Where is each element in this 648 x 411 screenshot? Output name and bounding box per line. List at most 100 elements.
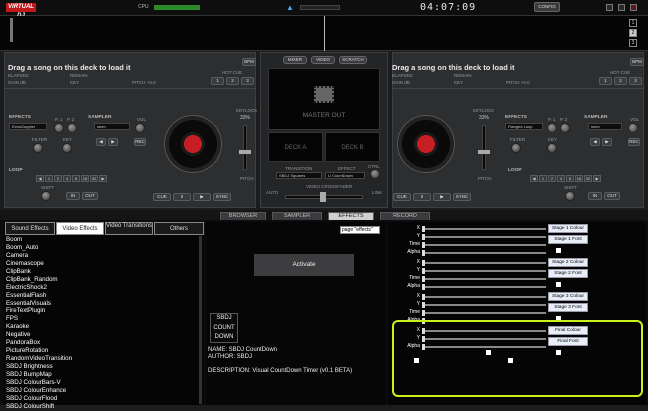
- deck-left-p2-knob[interactable]: [67, 123, 77, 133]
- list-item[interactable]: FPS: [5, 315, 201, 323]
- tab-video[interactable]: VIDEO: [311, 56, 335, 64]
- deck-left-loop-1[interactable]: 1: [45, 175, 53, 182]
- deck-left-key-knob[interactable]: [62, 143, 72, 153]
- deck-left-loop-2[interactable]: 2: [54, 175, 62, 182]
- deck-right-loop-out[interactable]: OUT: [604, 192, 620, 200]
- tab-sound-effects[interactable]: Sound Effects: [5, 222, 55, 235]
- deck-left-sampler-prev[interactable]: ◀: [96, 138, 106, 146]
- transition-select[interactable]: SBDJ Squares: [276, 172, 322, 179]
- list-item[interactable]: FireTextPlugin: [5, 307, 201, 315]
- deck-left-pitch-handle[interactable]: [239, 150, 251, 154]
- deck-right-cue-button[interactable]: CUE: [393, 193, 411, 201]
- deck-right-sampler-select[interactable]: siren: [588, 123, 622, 130]
- deck-left-loop-out[interactable]: OUT: [82, 192, 98, 200]
- deck-left-play-button[interactable]: ▶: [193, 193, 211, 201]
- deck-left-hotcue-1[interactable]: 1: [211, 77, 224, 85]
- deck-left-loop-prev[interactable]: ◀: [36, 175, 44, 182]
- deck-right-play-button[interactable]: ▶: [433, 193, 451, 201]
- deck-right-loop-prev[interactable]: ◀: [530, 175, 538, 182]
- deck-right-shift-knob[interactable]: [565, 191, 575, 201]
- deck-left-bpm-button[interactable]: BPM: [242, 58, 256, 66]
- param-slider[interactable]: [422, 286, 546, 288]
- param-slider[interactable]: [422, 236, 546, 238]
- deck-right-loop-8[interactable]: 8: [566, 175, 574, 182]
- tab-others[interactable]: Others: [154, 222, 204, 235]
- param-slider-handle[interactable]: [422, 268, 425, 274]
- list-item[interactable]: SBDJ BumpMap: [5, 371, 201, 379]
- param-slider-handle[interactable]: [422, 294, 425, 300]
- deck-left-loop-32[interactable]: 32: [90, 175, 98, 182]
- param-slider[interactable]: [422, 244, 546, 246]
- param-slider[interactable]: [422, 296, 546, 298]
- list-item[interactable]: Boom: [5, 236, 201, 244]
- list-item[interactable]: PictureRotation: [5, 347, 201, 355]
- deck-left-sampler-select[interactable]: siren: [94, 123, 130, 130]
- param-button[interactable]: Stage 2 Font: [548, 269, 588, 278]
- deck-left-hotcue-2[interactable]: 2: [226, 77, 239, 85]
- deck-right-loop-in[interactable]: IN: [588, 192, 602, 200]
- param-slider[interactable]: [422, 270, 546, 272]
- list-item[interactable]: SBDJ ColourEnhance: [5, 387, 201, 395]
- param-slider[interactable]: [422, 278, 546, 280]
- tab-video-effects[interactable]: Video Effects: [56, 222, 104, 235]
- param-slider[interactable]: [422, 252, 546, 254]
- search-input[interactable]: page "effects": [340, 226, 380, 234]
- deck-right-key-knob[interactable]: [547, 143, 557, 153]
- deck-right-rec-button[interactable]: REC: [628, 138, 640, 146]
- deck-right-filter-knob[interactable]: [511, 143, 521, 153]
- list-item[interactable]: Boom_Auto: [5, 244, 201, 252]
- maximize-icon[interactable]: [618, 4, 625, 11]
- param-slider[interactable]: [422, 262, 546, 264]
- param-checkbox[interactable]: [556, 248, 561, 253]
- list-item[interactable]: Camera: [5, 252, 201, 260]
- list-item[interactable]: SBDJ ColourShift: [5, 403, 201, 411]
- deck-left-loop-8[interactable]: 8: [72, 175, 80, 182]
- tab-mixer[interactable]: MIXER: [283, 56, 307, 64]
- param-slider-handle[interactable]: [422, 276, 425, 282]
- deck-right-loop-4[interactable]: 4: [557, 175, 565, 182]
- waveform-zoom-handle[interactable]: [10, 18, 13, 42]
- list-item[interactable]: Negative: [5, 331, 201, 339]
- list-item[interactable]: Karaoke: [5, 323, 201, 331]
- deck-left-loop-in[interactable]: IN: [66, 192, 80, 200]
- param-slider-handle[interactable]: [422, 302, 425, 308]
- deck-right-jogwheel[interactable]: [397, 115, 455, 173]
- list-item[interactable]: SBDJ ColourFlood: [5, 395, 201, 403]
- list-item[interactable]: ElectricShock2: [5, 284, 201, 292]
- deck-left-vol-knob[interactable]: [135, 123, 145, 133]
- list-item[interactable]: EssentialFlash: [5, 292, 201, 300]
- activate-button[interactable]: Activate: [254, 254, 354, 276]
- deck-left-shift-knob[interactable]: [41, 191, 51, 201]
- param-checkbox[interactable]: [556, 282, 561, 287]
- deck-left-loop-next[interactable]: ▶: [99, 175, 107, 182]
- deck-left-pause-button[interactable]: II: [173, 193, 191, 201]
- param-button[interactable]: Stage 3 Colour: [548, 292, 588, 301]
- list-item[interactable]: RandomVideoTransition: [5, 355, 201, 363]
- deck-left-cue-button[interactable]: CUE: [153, 193, 171, 201]
- param-slider[interactable]: [422, 304, 546, 306]
- deck-left-jogwheel[interactable]: [164, 115, 222, 173]
- deck-right-loop-2[interactable]: 2: [548, 175, 556, 182]
- deck-right-loop-next[interactable]: ▶: [593, 175, 601, 182]
- deck-right-pitch-slider[interactable]: [482, 125, 486, 170]
- deck-left-loop-16[interactable]: 16: [81, 175, 89, 182]
- param-slider-handle[interactable]: [422, 310, 425, 316]
- deck-left-hotcue-3[interactable]: 3: [241, 77, 254, 85]
- deck-right-sampler-play[interactable]: ▶: [602, 138, 612, 146]
- list-item[interactable]: ClipBank_Random: [5, 276, 201, 284]
- deck-left-sampler-play[interactable]: ▶: [108, 138, 118, 146]
- tab-video-transitions[interactable]: Video Transitions: [105, 222, 153, 235]
- deck-right-bpm-button[interactable]: BPM: [630, 58, 644, 66]
- deck-right-effect-select[interactable]: Flanged Loop: [505, 123, 543, 130]
- crossfader-handle[interactable]: [320, 192, 326, 202]
- list-scrollbar[interactable]: [199, 236, 202, 404]
- side-button-3[interactable]: 3: [629, 39, 637, 47]
- deck-left-loop-4[interactable]: 4: [63, 175, 71, 182]
- deck-right-loop-32[interactable]: 32: [584, 175, 592, 182]
- list-item[interactable]: SBDJ ColourBars-V: [5, 379, 201, 387]
- deck-left-p1-knob[interactable]: [54, 123, 64, 133]
- deck-right-hotcue-2[interactable]: 2: [614, 77, 627, 85]
- param-slider-handle[interactable]: [422, 250, 425, 256]
- deck-right-pause-button[interactable]: II: [413, 193, 431, 201]
- param-slider-handle[interactable]: [422, 234, 425, 240]
